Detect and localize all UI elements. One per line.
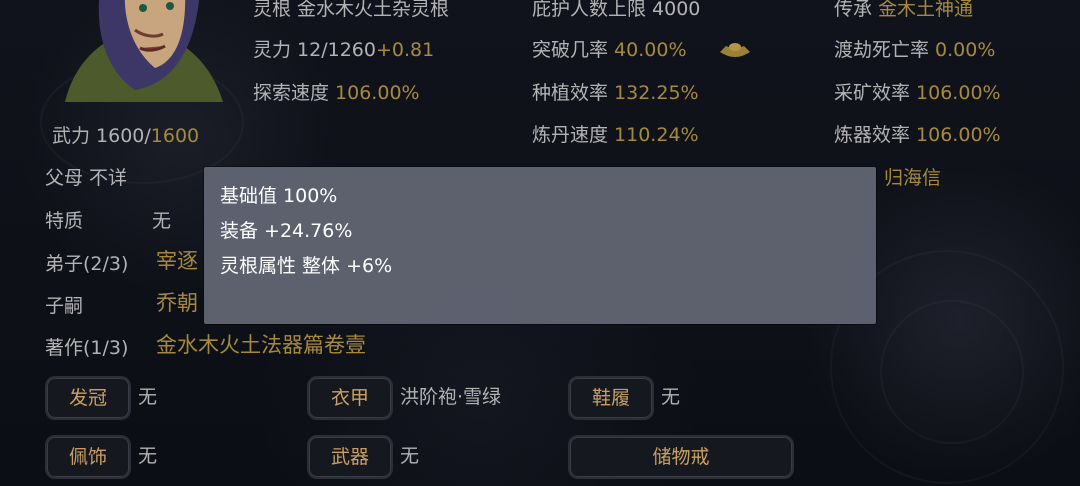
forging-stat: 炼器效率 106.00% bbox=[834, 123, 1001, 147]
traits-value: 无 bbox=[152, 210, 172, 232]
explore-stat: 探索速度 106.00% bbox=[253, 81, 420, 105]
tribulation-stat: 渡劫死亡率 0.00% bbox=[834, 38, 995, 62]
character-portrait bbox=[45, 0, 235, 102]
storage-ring-button[interactable]: 储物戒 bbox=[568, 435, 794, 479]
breakthrough-value: 40.00% bbox=[614, 39, 687, 61]
weapon-slot-button[interactable]: 武器 bbox=[307, 435, 393, 479]
heir-name[interactable]: 乔朝 bbox=[156, 291, 198, 315]
spirit-stat: 灵力 12/1260+0.81 bbox=[253, 38, 434, 62]
protect-limit: 庇护人数上限 4000 bbox=[532, 0, 701, 20]
plant-stat: 种植效率 132.25% bbox=[532, 81, 699, 105]
work-title[interactable]: 金水木火土法器篇卷壹 bbox=[156, 333, 366, 357]
forging-value: 106.00% bbox=[916, 124, 1001, 146]
alchemy-stat: 炼丹速度 110.24% bbox=[532, 123, 699, 147]
plant-value: 132.25% bbox=[614, 82, 699, 104]
breakthrough-label: 突破几率 bbox=[532, 39, 615, 61]
mining-value: 106.00% bbox=[916, 82, 1001, 104]
spirit-label: 灵力 bbox=[253, 39, 298, 61]
gold-ingot-icon[interactable] bbox=[718, 40, 752, 60]
tooltip-line-root: 灵根属性 整体 +6% bbox=[220, 255, 393, 277]
inherit-value: 金木土神通 bbox=[878, 0, 974, 20]
hat-slot-button[interactable]: 发冠 bbox=[45, 376, 131, 420]
breakthrough-stat: 突破几率 40.00% bbox=[532, 38, 687, 62]
force-label: 武力 1600/ bbox=[52, 125, 151, 147]
spirit-value: 12/1260 bbox=[297, 39, 376, 61]
spouse-name[interactable]: 归海信 bbox=[884, 166, 941, 190]
mining-stat: 采矿效率 106.00% bbox=[834, 81, 1001, 105]
spirit-bonus: +0.81 bbox=[375, 39, 435, 61]
explore-value: 106.00% bbox=[335, 82, 420, 104]
shoes-slot-button[interactable]: 鞋履 bbox=[568, 376, 654, 420]
heirs-label: 子嗣 bbox=[45, 295, 84, 317]
mining-label: 采矿效率 bbox=[834, 82, 917, 104]
inherit-stat: 传承 金木土神通 bbox=[834, 0, 973, 21]
force-max: 1600 bbox=[150, 125, 200, 147]
force-stat: 武力 1600/1600 bbox=[52, 124, 199, 148]
plant-label: 种植效率 bbox=[532, 82, 615, 104]
cloud-pattern bbox=[880, 300, 1024, 444]
alchemy-label: 炼丹速度 bbox=[532, 124, 615, 146]
armor-value: 洪阶袍·雪绿 bbox=[400, 386, 502, 408]
traits-label: 特质 bbox=[45, 210, 84, 232]
alchemy-value: 110.24% bbox=[614, 124, 699, 146]
accessory-value: 无 bbox=[138, 445, 158, 467]
weapon-value: 无 bbox=[400, 445, 420, 467]
accessory-slot-button[interactable]: 佩饰 bbox=[45, 435, 131, 479]
shoes-value: 无 bbox=[661, 386, 681, 408]
tooltip-line-equipment: 装备 +24.76% bbox=[220, 220, 353, 242]
explore-label: 探索速度 bbox=[253, 82, 336, 104]
stat-breakdown-tooltip: 基础值 100% 装备 +24.76% 灵根属性 整体 +6% bbox=[204, 167, 876, 324]
hat-value: 无 bbox=[138, 386, 158, 408]
tooltip-line-base: 基础值 100% bbox=[220, 185, 338, 207]
parents-info: 父母 不详 bbox=[45, 167, 128, 189]
tribulation-value: 0.00% bbox=[935, 39, 996, 61]
forging-label: 炼器效率 bbox=[834, 124, 917, 146]
armor-slot-button[interactable]: 衣甲 bbox=[307, 376, 393, 420]
disciples-label: 弟子(2/3) bbox=[45, 253, 129, 275]
disciple-name[interactable]: 宰逐 bbox=[156, 249, 198, 273]
root-stat: 灵根 金水木火土杂灵根 bbox=[253, 0, 450, 20]
inherit-label: 传承 bbox=[834, 0, 879, 20]
works-label: 著作(1/3) bbox=[45, 337, 129, 359]
tribulation-label: 渡劫死亡率 bbox=[834, 39, 936, 61]
